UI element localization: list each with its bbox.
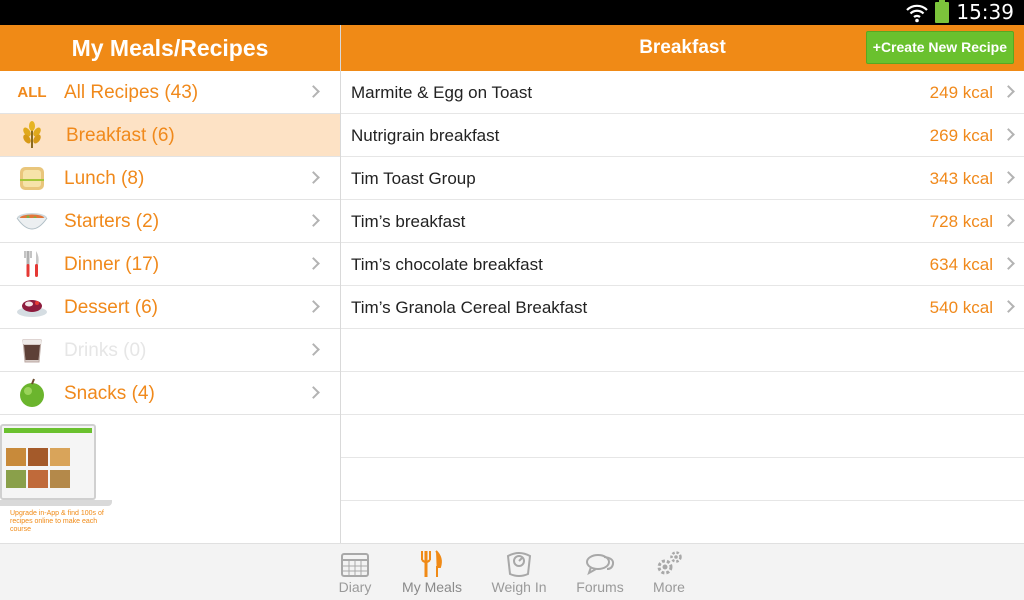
nav-item-more[interactable]: More [629, 544, 709, 600]
nav-label: More [653, 579, 685, 595]
create-new-recipe-button[interactable]: +Create New Recipe [865, 31, 1014, 64]
empty-row [341, 415, 1024, 458]
recipe-kcal: 634 kcal [929, 255, 993, 274]
category-item-drinks[interactable]: Drinks (0) [0, 329, 340, 372]
recipe-name: Nutrigrain breakfast [351, 126, 500, 145]
recipe-kcal: 269 kcal [929, 126, 993, 145]
chat-bubbles-icon [586, 554, 615, 576]
category-item-snacks[interactable]: Snacks (4) [0, 372, 340, 415]
chevron-right-icon [1002, 300, 1015, 313]
fork-knife-icon [14, 249, 50, 279]
category-item-lunch[interactable]: Lunch (8) [0, 157, 340, 200]
nav-item-forums[interactable]: Forums [560, 544, 640, 600]
battery-icon [935, 0, 950, 23]
category-label: Dessert (6) [64, 297, 158, 318]
dessert-icon [14, 292, 50, 322]
gears-icon [657, 551, 682, 575]
chevron-right-icon [307, 214, 320, 227]
recipe-row[interactable]: Tim’s breakfast 728 kcal [341, 200, 1024, 243]
chevron-right-icon [1002, 171, 1015, 184]
nav-item-diary[interactable]: Diary [315, 544, 395, 600]
nav-label: Weigh In [491, 579, 547, 595]
apple-icon [14, 378, 50, 408]
recipe-row[interactable]: Tim’s chocolate breakfast 634 kcal [341, 243, 1024, 286]
empty-row [341, 329, 1024, 372]
recipe-name: Marmite & Egg on Toast [351, 83, 533, 102]
recipe-row[interactable]: Nutrigrain breakfast 269 kcal [341, 114, 1024, 157]
recipe-name: Tim Toast Group [351, 169, 476, 188]
chevron-right-icon [1002, 257, 1015, 270]
recipe-kcal: 249 kcal [929, 83, 993, 102]
coffee-cup-icon [14, 335, 50, 365]
nav-item-my-meals[interactable]: My Meals [392, 544, 472, 600]
scale-icon [506, 552, 532, 577]
nav-label: Diary [338, 579, 372, 595]
fork-knife-icon [421, 550, 442, 577]
category-label: Dinner (17) [64, 254, 160, 275]
calendar-icon [341, 553, 369, 577]
status-bar: 15:39 [0, 0, 1024, 25]
recipe-name: Tim’s chocolate breakfast [351, 255, 543, 274]
nav-item-weigh-in[interactable]: Weigh In [479, 544, 559, 600]
chevron-right-icon [307, 300, 320, 313]
status-icons: 15:39 [906, 0, 1014, 25]
chevron-right-icon [1002, 128, 1015, 141]
wheat-icon [14, 120, 50, 150]
category-item-all[interactable]: ALL All Recipes (43) [0, 71, 340, 114]
category-list: ALL All Recipes (43) Breakfast (6) Lunch… [0, 71, 340, 415]
sandwich-icon [14, 163, 50, 193]
page-title: My Meals/Recipes [71, 34, 269, 61]
nav-label: Forums [576, 579, 624, 595]
category-label: Drinks (0) [64, 340, 147, 361]
category-item-dessert[interactable]: Dessert (6) [0, 286, 340, 329]
nav-label: My Meals [402, 579, 462, 595]
recipe-kcal: 343 kcal [929, 169, 993, 188]
left-panel-header: My Meals/Recipes [0, 25, 340, 71]
right-panel-header: Breakfast +Create New Recipe [341, 25, 1024, 71]
category-label: Starters (2) [64, 211, 160, 232]
category-label: Snacks (4) [64, 383, 155, 404]
laptop-base [0, 500, 112, 506]
recipe-kcal: 728 kcal [929, 212, 993, 231]
category-item-dinner[interactable]: Dinner (17) [0, 243, 340, 286]
category-label: Breakfast (6) [66, 125, 175, 146]
chevron-right-icon [307, 171, 320, 184]
category-label: Lunch (8) [64, 168, 145, 189]
recipe-name: Tim’s Granola Cereal Breakfast [351, 298, 588, 317]
upgrade-promo[interactable]: Upgrade in-App & find 100s of recipes on… [0, 424, 112, 533]
chevron-right-icon [307, 343, 320, 356]
category-label: All Recipes (43) [64, 82, 199, 103]
recipe-row[interactable]: Tim’s Granola Cereal Breakfast 540 kcal [341, 286, 1024, 329]
bottom-nav: Diary My Meals Weigh In Forums More [0, 543, 1024, 600]
chevron-right-icon [307, 85, 320, 98]
all-text-icon: ALL [14, 77, 50, 107]
recipe-row[interactable]: Marmite & Egg on Toast 249 kcal [341, 71, 1024, 114]
recipe-kcal: 540 kcal [929, 298, 993, 317]
all-icon-text: ALL [17, 83, 47, 101]
wifi-icon [906, 4, 929, 22]
empty-row [341, 372, 1024, 415]
chevron-right-icon [1002, 85, 1015, 98]
recipe-list: Marmite & Egg on Toast 249 kcal Nutrigra… [341, 71, 1024, 501]
chevron-right-icon [1002, 214, 1015, 227]
chevron-right-icon [307, 257, 320, 270]
recipe-row[interactable]: Tim Toast Group 343 kcal [341, 157, 1024, 200]
soup-bowl-icon [14, 206, 50, 236]
empty-row [341, 458, 1024, 501]
category-item-breakfast[interactable]: Breakfast (6) [0, 114, 340, 157]
recipe-name: Tim’s breakfast [351, 212, 466, 231]
status-time: 15:39 [956, 0, 1014, 24]
chevron-right-icon [307, 386, 320, 399]
promo-text: Upgrade in-App & find 100s of recipes on… [10, 510, 104, 533]
category-item-starters[interactable]: Starters (2) [0, 200, 340, 243]
laptop-image [0, 424, 96, 500]
